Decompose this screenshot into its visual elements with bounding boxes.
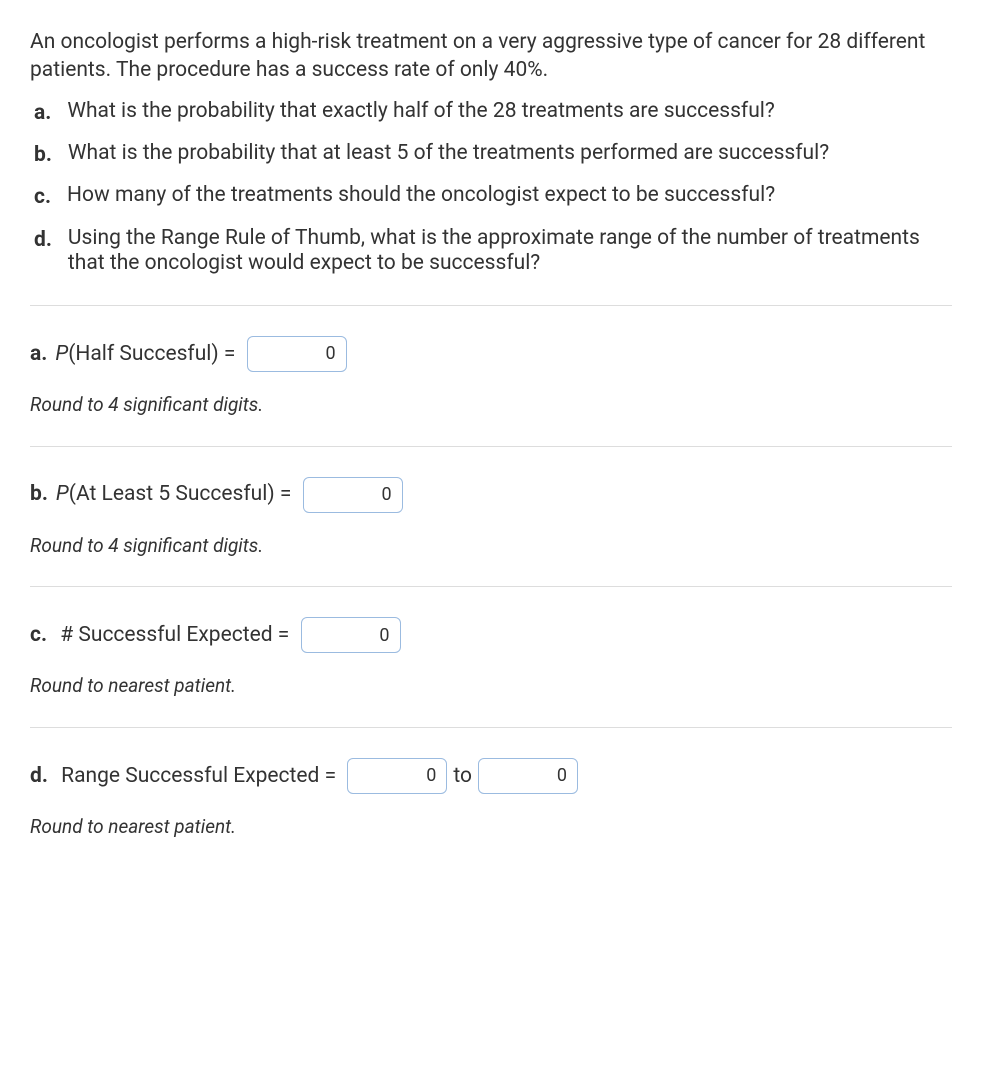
question-text: How many of the treatments should the on…: [67, 183, 952, 209]
answer-block-d: d. Range Successful Expected = to Round …: [30, 758, 952, 840]
question-marker: c.: [30, 183, 51, 211]
divider: [30, 586, 952, 587]
answer-input-b[interactable]: [303, 477, 403, 513]
range-to-label: to: [453, 762, 472, 790]
answer-label: P(Half Succesful) =: [55, 340, 240, 368]
answer-block-b: b. P(At Least 5 Succesful) = Round to 4 …: [30, 477, 952, 559]
answer-label: P(At Least 5 Succesful) =: [56, 480, 297, 508]
answer-hint: Round to 4 significant digits.: [30, 533, 952, 559]
question-item-b: b. What is the probability that at least…: [30, 141, 952, 169]
answer-hint: Round to 4 significant digits.: [30, 392, 952, 418]
answer-hint: Round to nearest patient.: [30, 673, 952, 699]
answer-block-c: c. # Successful Expected = Round to near…: [30, 617, 952, 699]
question-marker: b.: [30, 141, 52, 169]
answer-input-c[interactable]: [301, 617, 401, 653]
answer-input-a[interactable]: [247, 336, 347, 372]
question-text: Using the Range Rule of Thumb, what is t…: [68, 226, 952, 277]
question-marker: d.: [30, 226, 52, 254]
answer-lead: d.: [30, 762, 48, 790]
question-item-d: d. Using the Range Rule of Thumb, what i…: [30, 226, 952, 277]
question-marker: a.: [30, 99, 51, 127]
answer-block-a: a. P(Half Succesful) = Round to 4 signif…: [30, 336, 952, 418]
answer-label: Range Successful Expected =: [56, 762, 341, 790]
answer-lead: c.: [30, 621, 47, 649]
question-item-c: c. How many of the treatments should the…: [30, 183, 952, 211]
divider: [30, 727, 952, 728]
question-list: a. What is the probability that exactly …: [30, 99, 952, 277]
question-item-a: a. What is the probability that exactly …: [30, 99, 952, 127]
divider: [30, 305, 952, 306]
question-text: What is the probability that at least 5 …: [68, 141, 952, 167]
answer-lead: a.: [30, 340, 47, 368]
answer-label: # Successful Expected =: [55, 621, 294, 649]
problem-intro: An oncologist performs a high-risk treat…: [30, 28, 952, 85]
answer-input-d-low[interactable]: [347, 758, 447, 794]
question-text: What is the probability that exactly hal…: [67, 99, 952, 125]
divider: [30, 446, 952, 447]
answer-hint: Round to nearest patient.: [30, 814, 952, 840]
answer-lead: b.: [30, 480, 48, 508]
answer-input-d-high[interactable]: [478, 758, 578, 794]
